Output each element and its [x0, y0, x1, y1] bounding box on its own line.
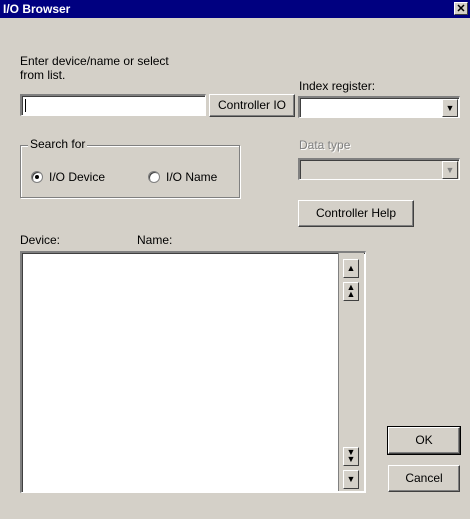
close-button[interactable]: ✕: [454, 2, 468, 15]
triangle-down-icon: ▼: [346, 474, 356, 484]
device-list[interactable]: [20, 251, 366, 493]
entry-label-line1: Enter device/name or select: [20, 54, 169, 68]
double-triangle-up-icon: ▲ ▲: [346, 282, 356, 299]
cancel-button[interactable]: Cancel: [388, 465, 460, 492]
index-register-select[interactable]: ▼: [298, 96, 460, 118]
radio-io-name[interactable]: [148, 171, 160, 183]
radio-io-name-label[interactable]: I/O Name: [166, 171, 217, 184]
search-for-title: Search for: [28, 137, 88, 151]
radio-io-device-label[interactable]: I/O Device: [49, 171, 105, 184]
data-type-select[interactable]: ▼: [298, 158, 460, 180]
index-register-dropdown-button[interactable]: ▼: [442, 99, 458, 117]
radio-io-device[interactable]: [31, 171, 43, 183]
triangle-down-icon: ▼: [445, 165, 455, 175]
ok-label: OK: [415, 433, 433, 447]
window-title: I/O Browser: [3, 2, 71, 16]
data-type-label: Data type: [299, 138, 351, 152]
double-triangle-down-icon: ▼ ▼: [346, 447, 356, 464]
io-browser-dialog: I/O Browser ✕ Enter device/name or selec…: [0, 0, 470, 519]
page-down-button[interactable]: ▼ ▼: [343, 447, 359, 466]
controller-help-label: Controller Help: [315, 206, 397, 220]
scroll-up-button[interactable]: ▲: [343, 259, 359, 278]
device-column-header: Device:: [20, 233, 61, 247]
triangle-down-icon: ▼: [445, 103, 455, 113]
controller-help-button[interactable]: Controller Help: [298, 200, 414, 227]
close-icon: ✕: [456, 3, 466, 15]
scroll-down-button[interactable]: ▼: [343, 470, 359, 489]
controller-io-label: Controller IO: [217, 98, 287, 112]
page-up-button[interactable]: ▲ ▲: [343, 282, 359, 301]
ok-button[interactable]: OK: [387, 426, 461, 455]
radio-selected-dot: [35, 175, 39, 179]
triangle-up-icon: ▲: [346, 263, 356, 273]
cancel-label: Cancel: [405, 471, 443, 485]
entry-label-line2: from list.: [20, 68, 66, 82]
data-type-dropdown-button[interactable]: ▼: [442, 161, 458, 179]
index-register-label: Index register:: [299, 79, 376, 93]
controller-io-button[interactable]: Controller IO: [209, 94, 295, 117]
title-bar[interactable]: I/O Browser ✕: [0, 0, 470, 18]
device-name-input[interactable]: [20, 94, 206, 116]
text-cursor: [25, 99, 26, 112]
name-column-header: Name:: [137, 233, 173, 247]
